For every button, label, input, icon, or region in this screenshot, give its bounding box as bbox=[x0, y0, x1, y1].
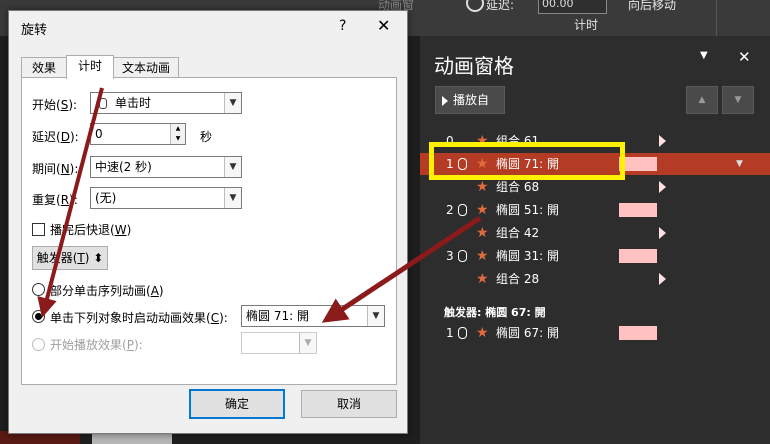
trigger-button[interactable]: 触发器(T) ⬍ bbox=[32, 246, 108, 270]
play-content-radio[interactable] bbox=[32, 338, 45, 351]
item-name: 组合 28 bbox=[496, 272, 540, 286]
animation-list-item[interactable]: 2 ★ 椭圆 51: 開 bbox=[420, 199, 770, 221]
delay-label: 延迟(D): bbox=[32, 130, 79, 144]
repeat-label: 重复(R): bbox=[32, 193, 78, 207]
help-button[interactable]: ? bbox=[339, 18, 346, 34]
move-later-button[interactable]: 向后移动 bbox=[628, 0, 676, 13]
ribbon-delay-input[interactable]: 00.00 bbox=[538, 0, 607, 14]
chevron-down-icon[interactable]: ▼ bbox=[367, 306, 384, 326]
animation-list-item[interactable]: 3 ★ 椭圆 31: 開 bbox=[420, 245, 770, 267]
animation-list-item[interactable]: ★ 组合 28 bbox=[420, 268, 770, 290]
mouse-click-icon bbox=[458, 250, 467, 262]
rewind-checkbox[interactable] bbox=[32, 223, 45, 236]
timing-panel: 开始(S): 单击时 ▼ 延迟(D): 0 ▲ ▼ 秒 期间(N): 中速(2 … bbox=[21, 77, 397, 385]
ok-button[interactable]: 确定 bbox=[189, 389, 285, 419]
item-name: 组合 42 bbox=[496, 226, 540, 240]
highlight-box bbox=[429, 142, 625, 180]
start-label: 开始(S): bbox=[32, 98, 78, 112]
play-from-button[interactable]: 播放自 bbox=[435, 86, 505, 114]
rotate-dialog: 旋转 ? ✕ 效果 计时 文本动画 开始(S): 单击时 ▼ 延迟(D): 0 … bbox=[8, 10, 408, 434]
effect-star-icon: ★ bbox=[476, 271, 489, 287]
play-icon bbox=[442, 95, 448, 106]
chevron-down-icon[interactable]: ▼ bbox=[224, 157, 241, 177]
start-select[interactable]: 单击时 ▼ bbox=[90, 92, 242, 114]
mouse-click-icon bbox=[458, 327, 467, 339]
chevron-down-icon[interactable]: ▼ bbox=[224, 93, 241, 113]
pane-close-button[interactable]: ✕ bbox=[738, 48, 751, 66]
item-order: 1 bbox=[446, 326, 454, 340]
trigger-header: 触发器: 椭圆 67: 開 bbox=[444, 306, 546, 319]
click-object-radio[interactable] bbox=[32, 310, 45, 323]
move-up-button[interactable]: ▲ bbox=[686, 86, 718, 114]
pane-menu-icon[interactable]: ▼ bbox=[700, 50, 708, 61]
collapse-icon: ⬍ bbox=[93, 251, 104, 265]
animation-pane: 动画窗格 ▼ ✕ 播放自 ▲ ▼ 0 ★ 组合 61 1 ★ 椭圆 71: 開 ▼ ★ 组合 6… bbox=[420, 36, 770, 444]
timing-bar bbox=[619, 326, 657, 340]
timing-marker bbox=[659, 273, 666, 285]
item-name: 椭圆 51: 開 bbox=[496, 203, 559, 217]
item-order: 3 bbox=[446, 249, 454, 263]
trigger-object-select[interactable]: 椭圆 71: 開 ▼ bbox=[241, 305, 385, 327]
clock-icon bbox=[466, 0, 484, 12]
play-content-select[interactable]: ▼ bbox=[241, 332, 317, 354]
animation-list-item[interactable]: ★ 组合 42 bbox=[420, 222, 770, 244]
mouse-click-icon bbox=[458, 204, 467, 216]
chevron-down-icon[interactable]: ▼ bbox=[736, 153, 743, 175]
tab-text-animation[interactable]: 文本动画 bbox=[113, 57, 179, 78]
period-label: 期间(N): bbox=[32, 162, 79, 176]
period-select[interactable]: 中速(2 秒) ▼ bbox=[90, 156, 242, 178]
ribbon-divider bbox=[716, 0, 717, 36]
cancel-button[interactable]: 取消 bbox=[301, 390, 397, 418]
item-order: 2 bbox=[446, 203, 454, 217]
timing-marker bbox=[659, 227, 666, 239]
delay-spinner[interactable]: 0 ▲ ▼ bbox=[90, 123, 186, 145]
timing-bar bbox=[619, 203, 657, 217]
chevron-down-icon[interactable]: ▼ bbox=[224, 188, 241, 208]
animation-list-item[interactable]: 1 ★ 椭圆 67: 開 bbox=[420, 322, 770, 344]
item-name: 椭圆 67: 開 bbox=[496, 326, 559, 340]
arrow-up-icon: ▲ bbox=[698, 95, 706, 105]
mouse-click-icon bbox=[99, 98, 107, 109]
pane-title: 动画窗格 bbox=[434, 54, 514, 78]
arrow-down-icon: ▼ bbox=[734, 95, 742, 105]
click-object-label: 单击下列对象时启动动画效果(C): bbox=[50, 311, 228, 325]
dialog-title: 旋转 bbox=[21, 23, 48, 38]
play-content-label: 开始播放效果(P): bbox=[50, 338, 143, 352]
ribbon-group-label: 计时 bbox=[574, 18, 599, 32]
sequence-radio[interactable] bbox=[32, 283, 45, 296]
ribbon-delay-label: 延迟: bbox=[486, 0, 515, 12]
effect-star-icon: ★ bbox=[476, 325, 489, 341]
timing-marker bbox=[659, 181, 666, 193]
chevron-down-icon[interactable]: ▼ bbox=[299, 333, 316, 353]
timing-bar bbox=[619, 249, 657, 263]
effect-star-icon: ★ bbox=[476, 225, 489, 241]
tab-effect[interactable]: 效果 bbox=[21, 57, 67, 78]
sequence-label: 部分单击序列动画(A) bbox=[50, 284, 164, 298]
repeat-select[interactable]: (无) ▼ bbox=[90, 187, 242, 209]
delay-unit: 秒 bbox=[200, 130, 213, 144]
spin-down-icon[interactable]: ▼ bbox=[170, 134, 185, 144]
close-button[interactable]: ✕ bbox=[377, 16, 390, 35]
effect-star-icon: ★ bbox=[476, 202, 489, 218]
item-name: 椭圆 31: 開 bbox=[496, 249, 559, 263]
move-down-button[interactable]: ▼ bbox=[722, 86, 754, 114]
timing-marker bbox=[659, 135, 666, 147]
effect-star-icon: ★ bbox=[476, 248, 489, 264]
rewind-label: 播完后快退(W) bbox=[50, 223, 132, 237]
tab-timing[interactable]: 计时 bbox=[66, 55, 114, 79]
